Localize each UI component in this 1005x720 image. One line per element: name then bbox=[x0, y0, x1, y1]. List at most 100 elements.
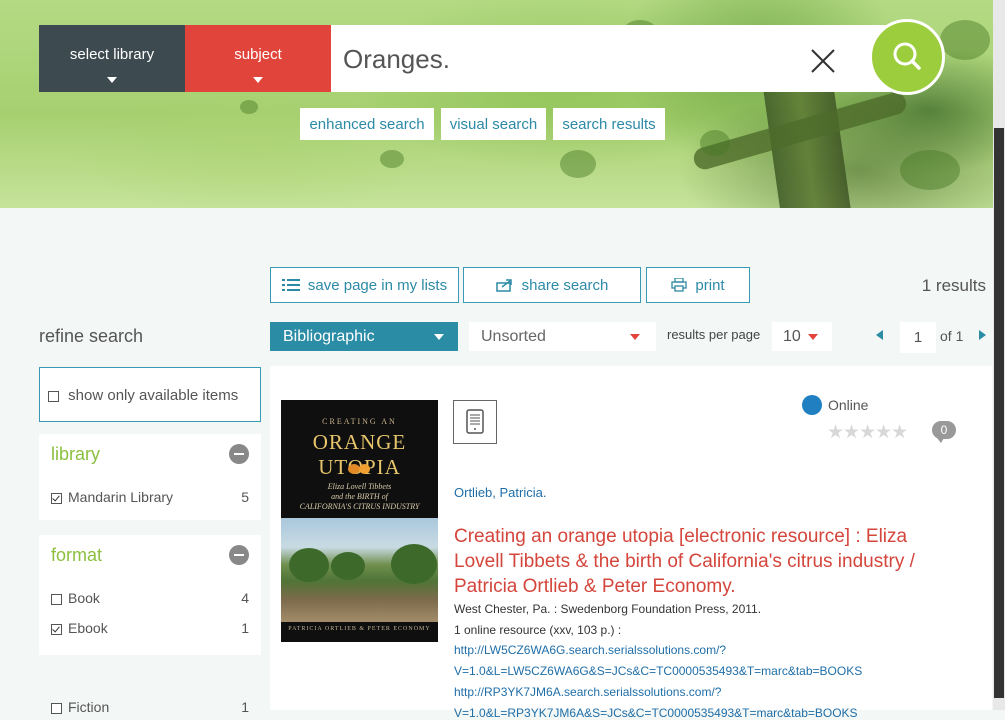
subject-label: subject bbox=[234, 46, 282, 63]
tree-decoration bbox=[331, 552, 365, 580]
refine-search-heading: refine search bbox=[39, 326, 144, 346]
share-search-label: share search bbox=[521, 276, 609, 294]
format-facet-title: format bbox=[51, 545, 103, 565]
page-number-input[interactable] bbox=[900, 322, 936, 353]
results-count: 1 results bbox=[921, 276, 986, 295]
facet-item-count: 5 bbox=[241, 489, 249, 505]
results-per-page-dropdown[interactable]: 10 bbox=[772, 322, 832, 351]
select-library-dropdown[interactable]: select library bbox=[39, 25, 185, 92]
resource-link[interactable]: V=1.0&L=RP3YK7JM6A&S=JCs&C=TC0000535493&… bbox=[454, 706, 858, 720]
comments-icon[interactable]: 0 bbox=[932, 421, 956, 443]
view-mode-value: Bibliographic bbox=[283, 328, 375, 345]
search-button[interactable] bbox=[869, 19, 945, 95]
results-per-page-value: 10 bbox=[783, 328, 801, 345]
print-button[interactable]: print bbox=[646, 267, 750, 303]
library-facet-title: library bbox=[51, 444, 101, 464]
share-icon bbox=[495, 279, 512, 292]
publication-info: West Chester, Pa. : Swedenborg Foundatio… bbox=[454, 602, 762, 616]
rating-stars[interactable]: ★★★★★ bbox=[827, 421, 908, 444]
share-search-button[interactable]: share search bbox=[463, 267, 641, 303]
list-icon bbox=[281, 279, 300, 291]
facet-item-label: Ebook bbox=[68, 620, 108, 636]
available-items-checkbox[interactable] bbox=[48, 390, 59, 402]
facet-item-count: 1 bbox=[241, 620, 249, 636]
facet-item-ebook[interactable]: Ebook 1 bbox=[51, 620, 249, 636]
previous-page-icon[interactable] bbox=[876, 330, 883, 340]
search-box bbox=[331, 25, 891, 92]
results-per-page-label: results per page bbox=[667, 327, 761, 342]
select-library-label: select library bbox=[69, 46, 155, 63]
facet-item-label: Fiction bbox=[68, 699, 110, 715]
leaf-decoration bbox=[560, 150, 596, 178]
library-facet: library Mandarin Library 5 bbox=[39, 434, 261, 520]
tree-decoration bbox=[391, 544, 437, 584]
facet-item-count: 1 bbox=[241, 699, 249, 715]
scrollbar-thumb[interactable] bbox=[994, 128, 1004, 698]
close-icon[interactable] bbox=[809, 47, 837, 75]
chevron-down-icon bbox=[253, 77, 263, 83]
leaf-decoration bbox=[240, 100, 258, 114]
resource-link[interactable]: V=1.0&L=LW5CZ6WA6G&S=JCs&C=TC0000535493&… bbox=[454, 664, 862, 678]
leaf-decoration bbox=[940, 20, 990, 60]
chevron-down-icon bbox=[434, 334, 444, 340]
cover-authors: PATRICIA ORTLIEB & PETER ECONOMY bbox=[288, 626, 431, 632]
chevron-down-icon bbox=[630, 334, 640, 340]
cover-photo bbox=[281, 518, 438, 622]
chevron-down-icon bbox=[808, 334, 818, 340]
available-items-label: show only available items bbox=[68, 387, 239, 404]
ebook-format-icon[interactable] bbox=[453, 400, 497, 444]
facet-item-label: Book bbox=[68, 590, 100, 606]
cover-subtitle-line: and the BIRTH of bbox=[331, 492, 388, 501]
cover-subtitle-line: CALIFORNIA'S CITRUS INDUSTRY bbox=[299, 502, 420, 511]
next-page-icon[interactable] bbox=[979, 330, 986, 340]
search-input[interactable] bbox=[341, 37, 795, 81]
availability-status: Online bbox=[828, 397, 869, 413]
author-link[interactable]: Ortlieb, Patricia. bbox=[454, 485, 546, 500]
title-link[interactable]: Creating an orange utopia [electronic re… bbox=[454, 524, 954, 599]
resource-link[interactable]: http://RP3YK7JM6A.search.serialssolution… bbox=[454, 685, 721, 699]
search-results-link[interactable]: search results bbox=[553, 108, 665, 140]
facet-checkbox[interactable] bbox=[51, 623, 62, 635]
sort-value: Unsorted bbox=[481, 328, 546, 345]
page-total: of 1 bbox=[940, 328, 964, 344]
cover-subtitle: Eliza Lovell Tibbets and the BIRTH of CA… bbox=[281, 482, 438, 512]
tablet-icon bbox=[466, 409, 484, 434]
book-cover-image[interactable]: CREATING AN ORANGE UTOPIA Eliza Lovell T… bbox=[281, 400, 438, 642]
resource-link[interactable]: http://LW5CZ6WA6G.search.serialssolution… bbox=[454, 643, 726, 657]
collapse-library-icon[interactable] bbox=[229, 444, 249, 464]
cover-top-text: CREATING AN bbox=[322, 417, 397, 426]
search-icon bbox=[893, 42, 921, 70]
save-page-button[interactable]: save page in my lists bbox=[270, 267, 459, 303]
orange-icon bbox=[359, 464, 370, 474]
cover-subtitle-line: Eliza Lovell Tibbets bbox=[327, 482, 392, 491]
visual-search-link[interactable]: visual search bbox=[441, 108, 546, 140]
available-items-filter[interactable]: show only available items bbox=[39, 367, 261, 422]
facet-item-count: 4 bbox=[241, 590, 249, 606]
leaf-decoration bbox=[900, 150, 960, 190]
leaf-decoration bbox=[700, 130, 730, 156]
enhanced-search-link[interactable]: enhanced search bbox=[300, 108, 434, 140]
chevron-down-icon bbox=[107, 77, 117, 83]
facet-item-mandarin-library[interactable]: Mandarin Library 5 bbox=[51, 489, 249, 505]
format-facet: format Book 4 Ebook 1 bbox=[39, 535, 261, 655]
result-item: CREATING AN ORANGE UTOPIA Eliza Lovell T… bbox=[270, 366, 992, 720]
facet-checkbox[interactable] bbox=[51, 492, 62, 504]
online-status-icon bbox=[802, 395, 822, 415]
subject-dropdown[interactable]: subject bbox=[185, 25, 331, 92]
facet-checkbox[interactable] bbox=[51, 593, 62, 605]
facet-item-fiction[interactable]: Fiction 1 bbox=[51, 699, 249, 715]
facet-item-book[interactable]: Book 4 bbox=[51, 590, 249, 606]
print-label: print bbox=[695, 276, 725, 294]
leaf-decoration bbox=[380, 150, 404, 168]
cover-title-text: ORANGE UTOPIA bbox=[312, 430, 407, 479]
extent-info: 1 online resource (xxv, 103 p.) : bbox=[454, 623, 622, 637]
view-mode-dropdown[interactable]: Bibliographic bbox=[270, 322, 458, 351]
facet-item-label: Mandarin Library bbox=[68, 489, 174, 505]
save-page-label: save page in my lists bbox=[307, 276, 448, 294]
printer-icon bbox=[671, 278, 688, 292]
sort-dropdown[interactable]: Unsorted bbox=[469, 322, 656, 351]
facet-checkbox[interactable] bbox=[51, 702, 62, 714]
tree-decoration bbox=[289, 548, 329, 582]
genre-facet: Fiction 1 bbox=[39, 685, 261, 715]
collapse-format-icon[interactable] bbox=[229, 545, 249, 565]
